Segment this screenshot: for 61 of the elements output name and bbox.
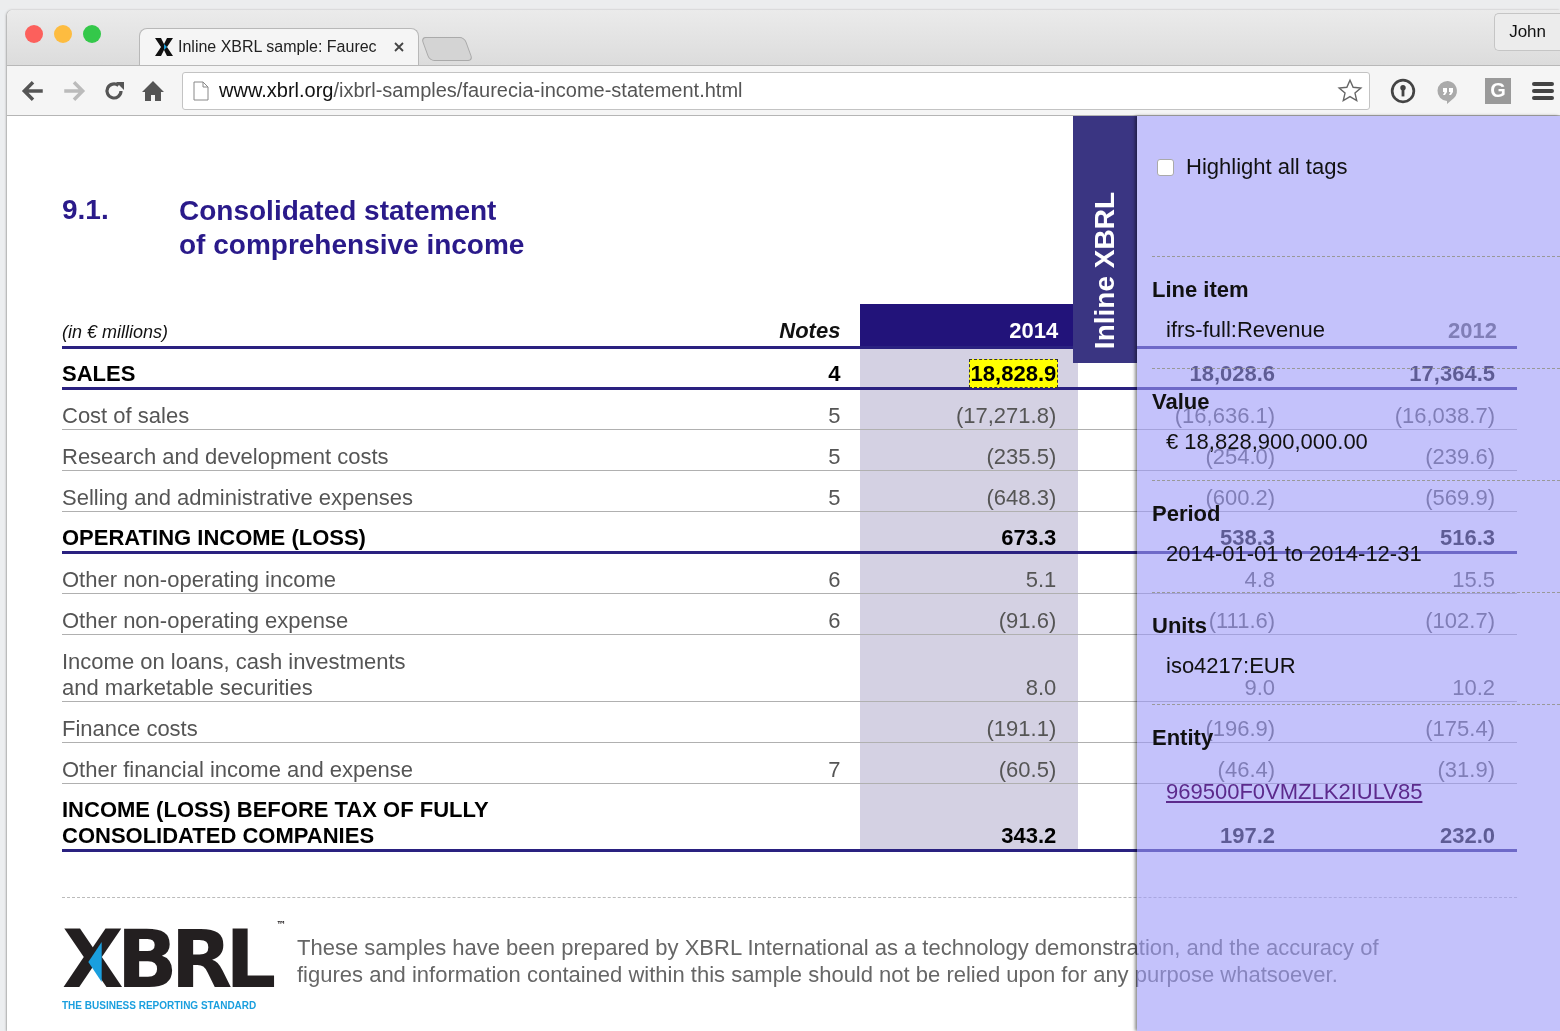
page-icon	[193, 80, 209, 101]
x-logo-icon	[154, 37, 174, 57]
column-header: 2012	[1448, 318, 1497, 343]
table-value: (46.4)	[1216, 756, 1277, 784]
bookmark-star-icon[interactable]	[1337, 77, 1363, 104]
table-value: 197.2	[1219, 822, 1277, 850]
row-label: OPERATING INCOME (LOSS)	[62, 525, 366, 550]
note-number: 4	[828, 361, 841, 386]
table-value[interactable]: 5.1	[1023, 565, 1059, 594]
checkbox-label[interactable]: Highlight all tags	[1186, 154, 1348, 180]
section-number: 9.1.	[62, 194, 110, 227]
table-value: 17,364.5	[1408, 360, 1496, 388]
note-number: 5	[828, 444, 841, 469]
profile-button[interactable]: John	[1494, 12, 1560, 51]
row-label: Other non-operating income	[62, 567, 336, 592]
row-label: Cost of sales	[62, 403, 190, 428]
note-number: 5	[828, 403, 841, 428]
units-caption: (in € millions)	[62, 322, 169, 342]
row-label: Selling and administrative expenses	[62, 485, 413, 510]
close-icon[interactable]	[394, 42, 404, 52]
table-value: (31.9)	[1436, 756, 1496, 784]
url-text: www.xbrl.org/ixbrl-samples/faurecia-income-statement.html	[219, 79, 743, 102]
row-label: Research and development costs	[62, 444, 389, 469]
note-number: 7	[828, 757, 841, 782]
note-number: 6	[828, 608, 841, 633]
home-icon[interactable]	[141, 78, 165, 103]
field-title: Units	[1152, 613, 1207, 639]
table-value: 232.0	[1438, 822, 1496, 850]
table-value[interactable]: 343.2	[999, 821, 1059, 850]
column-header: Notes	[779, 318, 841, 343]
table-value: (111.6)	[1207, 607, 1277, 635]
row-label: SALES	[62, 361, 136, 386]
row-label: Income on loans, cash investments and marketable securities	[62, 649, 406, 700]
table-value[interactable]: 18,828.9	[968, 359, 1059, 388]
table-value: 10.2	[1451, 674, 1496, 702]
table-value: (239.6)	[1424, 443, 1496, 471]
field-title: Line item	[1152, 277, 1249, 303]
keyhole-icon[interactable]	[1390, 77, 1416, 104]
row-label: Other non-operating expense	[62, 608, 349, 633]
row-label: Finance costs	[62, 716, 198, 741]
browser-tab[interactable]: Inline XBRL sample: Faurec	[139, 28, 419, 65]
table-value[interactable]: (60.5)	[996, 755, 1059, 784]
table-value: (102.7)	[1424, 607, 1496, 635]
address-bar[interactable]: www.xbrl.org/ixbrl-samples/faurecia-income-statement.html	[182, 71, 1370, 110]
table-value: 15.5	[1451, 566, 1496, 594]
panel-tab[interactable]: Inline XBRL	[1073, 116, 1137, 363]
table-value: 516.3	[1438, 524, 1496, 552]
row-label: Other financial income and expense	[62, 757, 413, 782]
checkbox[interactable]	[1157, 158, 1174, 176]
table-value[interactable]: 673.3	[999, 523, 1059, 552]
table-value: 4.8	[1243, 566, 1277, 594]
field-value: ifrs-full:Revenue	[1166, 317, 1325, 343]
table-value[interactable]: (91.6)	[996, 606, 1059, 635]
table-value: (16,038.7)	[1393, 402, 1496, 430]
table-value: (175.4)	[1424, 715, 1496, 743]
section-title: Consolidated statement of comprehensive income	[179, 194, 525, 262]
table-value[interactable]: 8.0	[1023, 673, 1059, 702]
note-number: 5	[828, 485, 841, 510]
row-label: INCOME (LOSS) BEFORE TAX OF FULLY CONSOLIDATED COMPANIES	[62, 797, 489, 848]
table-value: (569.9)	[1424, 484, 1496, 512]
note-number: 6	[828, 567, 841, 592]
